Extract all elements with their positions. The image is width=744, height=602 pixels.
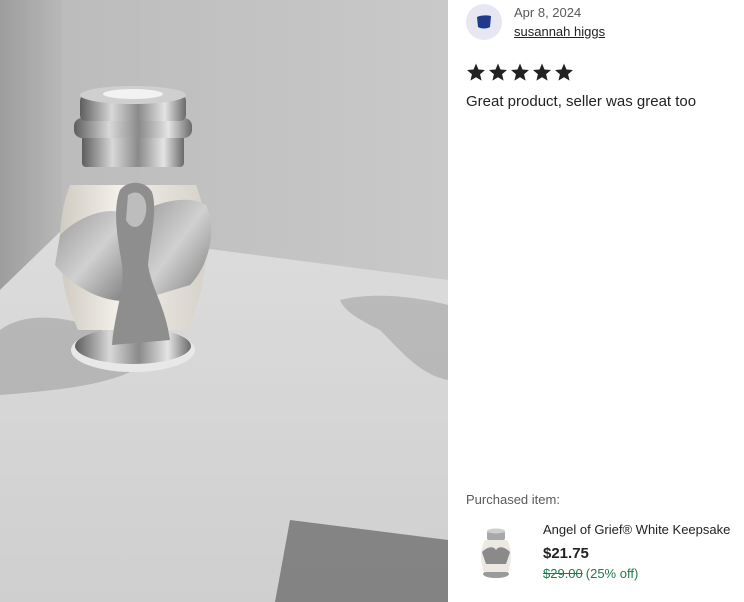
purchased-item-label: Purchased item: xyxy=(466,492,560,507)
star-icon xyxy=(511,63,529,81)
review-date: Apr 8, 2024 xyxy=(514,5,582,20)
original-price: $29.00 xyxy=(543,566,583,581)
angel-urn-photo xyxy=(0,0,448,602)
purchased-item-price: $21.75 xyxy=(543,545,589,562)
purchased-item-title-link[interactable]: Angel of Grief® White Keepsake xyxy=(543,522,730,537)
review-text: Great product, seller was great too xyxy=(466,93,697,110)
purchased-item-thumbnail[interactable] xyxy=(474,524,518,580)
review-photo[interactable] xyxy=(0,0,448,602)
urn-thumbnail-icon xyxy=(474,524,518,580)
star-icon xyxy=(467,63,485,81)
star-rating xyxy=(466,62,574,82)
user-avatar-icon xyxy=(477,15,491,29)
star-icon xyxy=(533,63,551,81)
star-icon xyxy=(489,63,507,81)
reviewer-name-link[interactable]: susannah higgs xyxy=(514,24,605,39)
avatar[interactable] xyxy=(466,4,502,40)
star-icon xyxy=(555,63,573,81)
purchased-item-original-price-row: $29.00 (25% off) xyxy=(543,566,638,581)
discount-badge: (25% off) xyxy=(585,566,639,581)
review-panel: Apr 8, 2024 susannah higgs Great product… xyxy=(448,0,744,602)
